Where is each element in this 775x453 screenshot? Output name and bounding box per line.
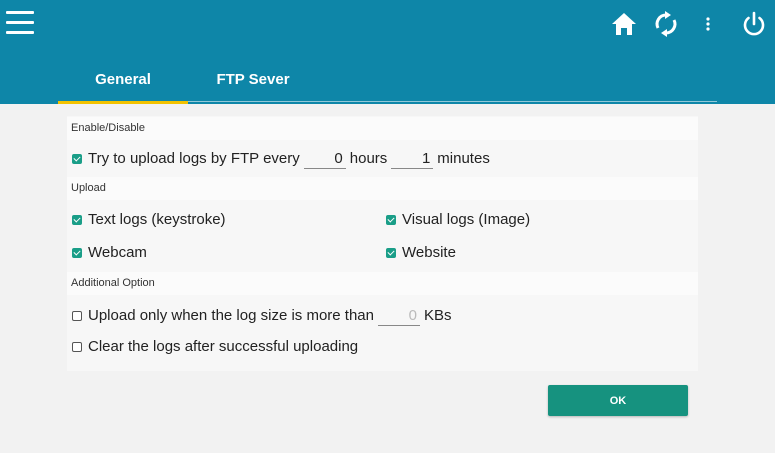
clear-logs-label: Clear the logs after successful uploadin… <box>88 338 359 355</box>
minutes-unit: minutes <box>437 150 490 167</box>
upload-by-ftp-checkbox[interactable] <box>72 154 82 164</box>
tab-general[interactable]: General <box>58 68 188 104</box>
home-icon[interactable] <box>610 10 638 38</box>
section-title-upload: Upload <box>67 177 698 200</box>
website-checkbox[interactable] <box>386 248 396 258</box>
website-label: Website <box>402 244 456 261</box>
size-input[interactable]: 0 <box>378 307 420 326</box>
text-logs-label: Text logs (keystroke) <box>88 211 226 228</box>
app-header: General FTP Sever <box>0 0 775 104</box>
text-logs-checkbox[interactable] <box>72 215 82 225</box>
size-threshold-checkbox[interactable] <box>72 311 82 321</box>
minutes-input[interactable]: 1 <box>391 150 434 169</box>
hamburger-menu-icon[interactable] <box>6 11 34 35</box>
tab-ftp-server[interactable]: FTP Sever <box>188 68 318 101</box>
visual-logs-checkbox[interactable] <box>386 215 396 225</box>
option-clear-logs: Clear the logs after successful uploadin… <box>72 337 358 357</box>
size-unit: KBs <box>424 307 452 324</box>
section-title-enable: Enable/Disable <box>67 117 698 140</box>
option-text-logs: Text logs (keystroke) <box>72 210 226 230</box>
option-website: Website <box>386 243 456 263</box>
more-vert-icon[interactable] <box>698 10 718 38</box>
power-icon[interactable] <box>740 10 768 38</box>
option-size-threshold: Upload only when the log size is more th… <box>72 306 452 326</box>
option-visual-logs: Visual logs (Image) <box>386 210 530 230</box>
visual-logs-label: Visual logs (Image) <box>402 211 531 228</box>
webcam-checkbox[interactable] <box>72 248 82 258</box>
upload-by-ftp-row: Try to upload logs by FTP every 0 hours … <box>72 149 490 169</box>
clear-logs-checkbox[interactable] <box>72 342 82 352</box>
hours-unit: hours <box>349 150 388 167</box>
section-title-additional: Additional Option <box>67 272 698 295</box>
ok-button[interactable]: OK <box>548 385 688 416</box>
tab-divider <box>188 101 717 102</box>
webcam-label: Webcam <box>88 244 147 261</box>
option-webcam: Webcam <box>72 243 147 263</box>
hours-input[interactable]: 0 <box>303 150 346 169</box>
refresh-icon[interactable] <box>652 10 680 38</box>
size-threshold-label: Upload only when the log size is more th… <box>88 307 374 324</box>
upload-by-ftp-label: Try to upload logs by FTP every <box>88 150 300 167</box>
